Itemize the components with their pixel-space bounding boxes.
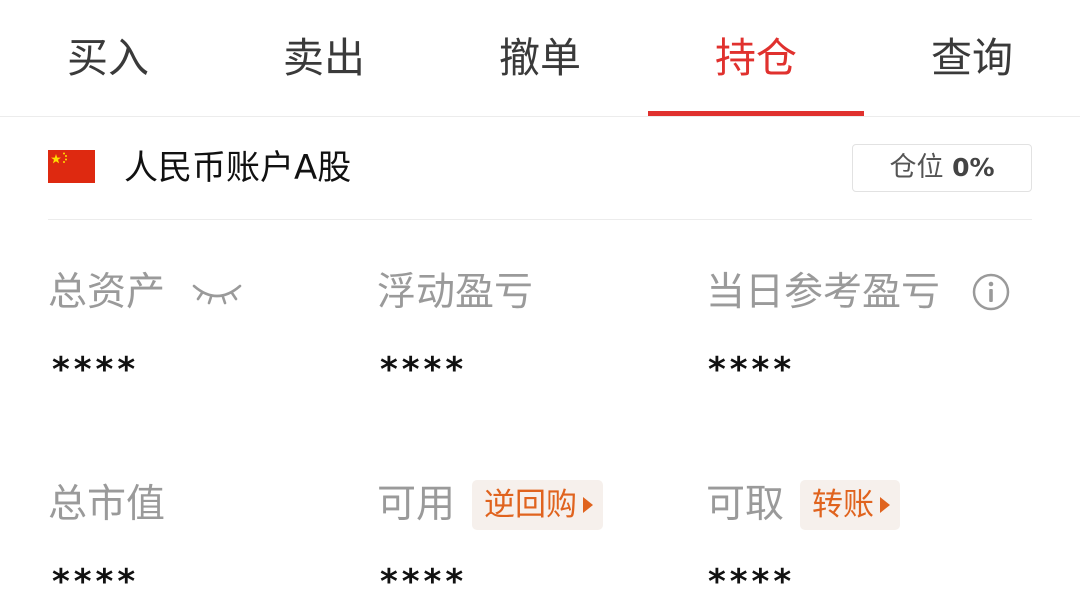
account-name: 人民币账户A股 [124, 148, 352, 188]
tab-holdings[interactable]: 持仓 [648, 0, 864, 116]
transfer-label: 转账 [812, 487, 874, 523]
caret-right-icon [583, 496, 593, 513]
tab-cancel-order[interactable]: 撤单 [432, 0, 648, 116]
available-label: 可用 [377, 482, 456, 527]
available-value: **** [380, 562, 468, 602]
info-icon[interactable] [971, 272, 1011, 316]
active-tab-indicator [648, 111, 864, 116]
tab-buy-label: 买入 [67, 34, 149, 82]
tab-bar: 买入 卖出 撤单 持仓 查询 [0, 0, 1080, 117]
transfer-button[interactable]: 转账 [800, 480, 900, 530]
floating-pnl-label: 浮动盈亏 [377, 270, 534, 315]
position-label: 仓位 [889, 152, 944, 183]
account-row[interactable]: 人民币账户A股 仓位 0% [48, 118, 1032, 220]
total-assets-label: 总资产 [48, 270, 166, 315]
daily-pnl-label: 当日参考盈亏 [706, 270, 941, 315]
caret-right-icon [880, 496, 890, 513]
daily-pnl-value: **** [708, 350, 796, 390]
reverse-repo-button[interactable]: 逆回购 [472, 480, 603, 530]
withdrawable-label: 可取 [706, 482, 785, 527]
tab-holdings-label: 持仓 [715, 34, 797, 82]
china-flag-icon [48, 150, 95, 183]
position-value: 0% [952, 153, 995, 182]
tab-sell[interactable]: 卖出 [216, 0, 432, 116]
position-badge: 仓位 0% [852, 144, 1032, 192]
tab-buy[interactable]: 买入 [0, 0, 216, 116]
tab-query-label: 查询 [931, 34, 1013, 82]
market-value-label: 总市值 [48, 482, 166, 527]
floating-pnl-value: **** [380, 350, 468, 390]
market-value-value: **** [52, 562, 140, 602]
tab-sell-label: 卖出 [283, 34, 365, 82]
tab-query[interactable]: 查询 [864, 0, 1080, 116]
total-assets-value: **** [52, 350, 140, 390]
eye-closed-icon[interactable] [190, 278, 244, 312]
reverse-repo-label: 逆回购 [484, 487, 577, 523]
tab-cancel-order-label: 撤单 [499, 34, 581, 82]
withdrawable-value: **** [708, 562, 796, 602]
